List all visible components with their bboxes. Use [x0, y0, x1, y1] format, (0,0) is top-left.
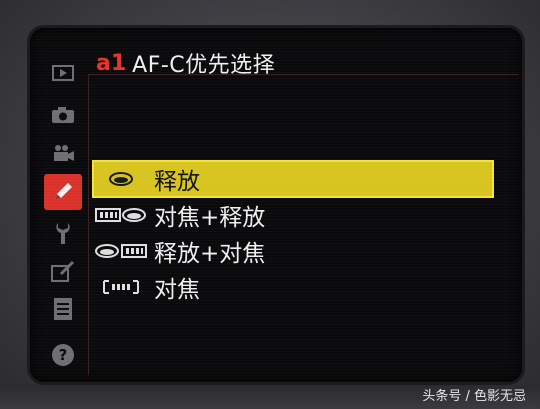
option-release-focus[interactable]: 释放+对焦 — [94, 234, 490, 268]
svg-text:?: ? — [59, 346, 68, 364]
wrench-icon[interactable] — [48, 218, 78, 248]
option-label: 释放+对焦 — [154, 241, 266, 267]
watermark-text: 头条号 / 色影无忌 — [422, 389, 526, 404]
retouch-icon[interactable] — [48, 256, 78, 286]
watermark: 头条号 / 色影无忌 — [422, 385, 526, 404]
release-icon — [94, 165, 148, 193]
pencil-icon[interactable] — [44, 174, 82, 210]
option-release[interactable]: 释放 — [92, 160, 494, 198]
option-label: 释放 — [154, 169, 200, 195]
option-label: 对焦 — [154, 277, 200, 303]
camera-icon[interactable] — [48, 100, 78, 130]
option-focus[interactable]: 对焦 — [94, 270, 490, 304]
list-icon[interactable] — [48, 294, 78, 324]
focus-release-icon — [94, 201, 148, 229]
option-label: 对焦+释放 — [154, 205, 266, 231]
focus-icon — [94, 273, 148, 301]
help-icon[interactable]: ? — [48, 340, 78, 370]
playback-icon[interactable] — [48, 58, 78, 88]
menu-code: a1 — [96, 50, 127, 76]
menu-sidebar: ? — [44, 58, 82, 376]
option-focus-release[interactable]: 对焦+释放 — [94, 198, 490, 232]
lcd-screen: ? a1 AF-C优先选择 释放 对焦+释放 释放+对焦 对焦 — [30, 28, 522, 382]
release-focus-icon — [94, 237, 148, 265]
movie-camera-icon[interactable] — [48, 138, 78, 168]
